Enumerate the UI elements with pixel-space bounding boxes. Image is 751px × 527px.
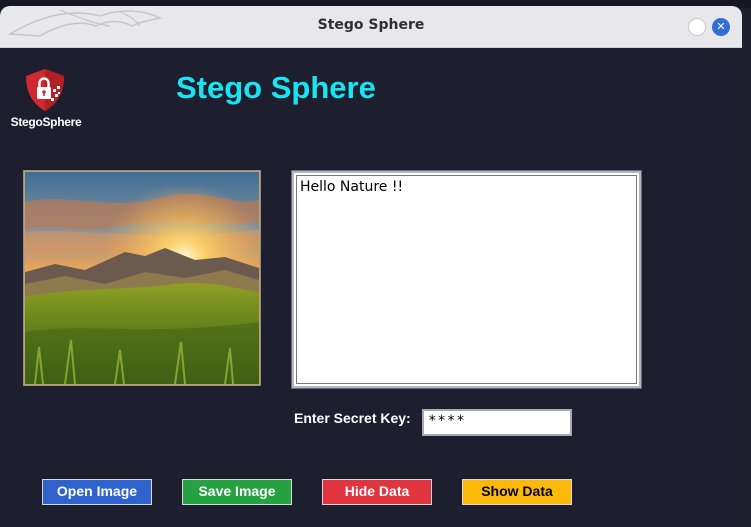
close-icon: ✕ — [716, 20, 726, 33]
window-title: Stego Sphere — [317, 17, 425, 33]
logo-text: StegoSphere — [10, 115, 82, 129]
main-content: StegoSphere Stego Sphere Hello Nature !!… — [0, 48, 742, 527]
hide-data-button[interactable]: Hide Data — [322, 479, 432, 505]
app-logo: StegoSphere — [4, 67, 88, 139]
save-image-button[interactable]: Save Image — [182, 479, 292, 505]
title-bar[interactable]: Stego Sphere ✕ — [0, 6, 742, 48]
landscape-image — [25, 172, 259, 384]
app-window: Stego Sphere ✕ StegoSphere Stego Sphere … — [0, 6, 742, 527]
show-data-button[interactable]: Show Data — [462, 479, 572, 505]
secret-key-input[interactable]: **** — [422, 409, 572, 436]
secret-key-label: Enter Secret Key: — [294, 410, 411, 426]
minimize-button[interactable] — [688, 18, 706, 36]
app-title: Stego Sphere — [176, 70, 376, 105]
message-text[interactable]: Hello Nature !! — [296, 175, 637, 384]
shield-lock-icon — [26, 69, 64, 111]
open-image-button[interactable]: Open Image — [42, 479, 152, 505]
image-preview — [23, 170, 261, 386]
message-textarea[interactable]: Hello Nature !! — [291, 170, 642, 389]
close-button[interactable]: ✕ — [712, 18, 730, 36]
